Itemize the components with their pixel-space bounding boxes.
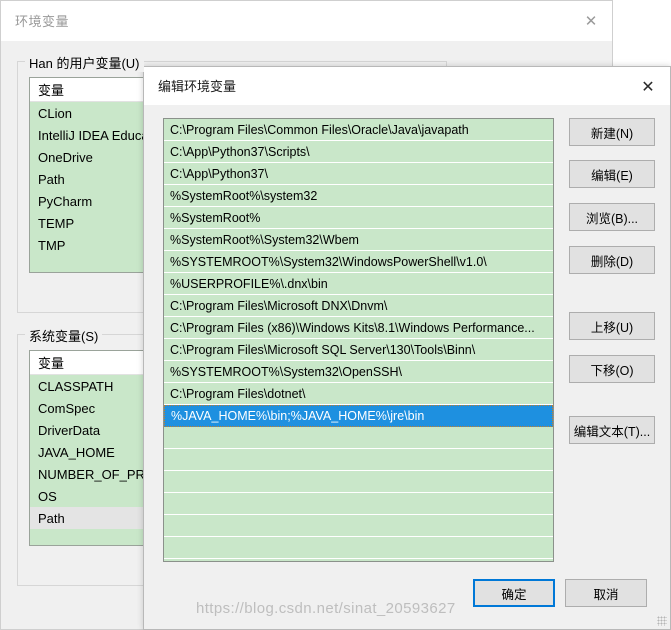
dialog-title: 编辑环境变量 [158,79,237,94]
path-entry-row[interactable]: C:\Program Files\dotnet\ [164,383,553,405]
resize-grip[interactable] [657,616,667,626]
ok-button[interactable]: 确定 [473,579,555,607]
path-entry-row[interactable] [164,427,553,449]
path-entry-row[interactable]: %SYSTEMROOT%\System32\WindowsPowerShell\… [164,251,553,273]
user-variable-name: CLion [38,105,72,121]
ok-button-label: 确定 [501,587,527,602]
move-up-button[interactable]: 上移(U) [569,312,655,340]
path-entries-list[interactable]: C:\Program Files\Common Files\Oracle\Jav… [163,118,554,562]
move-down-button[interactable]: 下移(O) [569,355,655,383]
path-entry-row[interactable] [164,493,553,515]
system-variable-name: OS [38,488,57,504]
system-variable-name: ComSpec [38,400,96,416]
path-entry-row[interactable]: %SystemRoot%\System32\Wbem [164,229,553,251]
path-entries-rows: C:\Program Files\Common Files\Oracle\Jav… [164,119,553,559]
path-entry-row[interactable]: %JAVA_HOME%\bin;%JAVA_HOME%\jre\bin [164,405,553,427]
browse-button-label: 浏览(B)... [585,211,639,226]
background-window-title: 环境变量 [15,14,70,29]
cancel-button[interactable]: 取消 [565,579,647,607]
path-entry-row[interactable]: C:\Program Files\Microsoft DNX\Dnvm\ [164,295,553,317]
path-entry-row[interactable]: C:\Program Files\Common Files\Oracle\Jav… [164,119,553,141]
system-variables-column-variable: 变量 [38,356,65,371]
edit-text-button-label: 编辑文本(T)... [573,424,651,439]
edit-environment-variable-dialog: 编辑环境变量 ✕ C:\Program Files\Common Files\O… [143,66,671,630]
path-entry-row[interactable]: C:\Program Files\Microsoft SQL Server\13… [164,339,553,361]
new-button[interactable]: 新建(N) [569,118,655,146]
user-variable-name: TEMP [38,215,75,231]
path-entry-row[interactable] [164,449,553,471]
background-window-titlebar: 环境变量 ✕ [1,1,612,41]
path-entry-row[interactable]: C:\App\Python37\ [164,163,553,185]
path-entry-row[interactable]: %SystemRoot%\system32 [164,185,553,207]
path-entry-row[interactable]: %SystemRoot% [164,207,553,229]
move-down-button-label: 下移(O) [590,363,634,378]
system-variable-name: CLASSPATH [38,378,114,394]
system-variable-name: Path [38,510,65,526]
dialog-titlebar: 编辑环境变量 ✕ [144,67,670,105]
browse-button[interactable]: 浏览(B)... [569,203,655,231]
system-variable-name: JAVA_HOME [38,444,115,460]
user-variable-name: Path [38,171,65,187]
close-icon[interactable]: ✕ [626,67,670,105]
edit-button-label: 编辑(E) [591,168,633,183]
edit-button[interactable]: 编辑(E) [569,160,655,188]
path-entry-row[interactable] [164,471,553,493]
delete-button-label: 删除(D) [590,254,634,269]
screen: 环境变量 ✕ Han 的用户变量(U) 变量 CLion IntelliJ IDE… [0,0,671,630]
path-entry-row[interactable]: C:\App\Python37\Scripts\ [164,141,553,163]
user-variable-name: IntelliJ IDEA Educat [38,127,153,143]
path-entry-row[interactable]: C:\Program Files (x86)\Windows Kits\8.1\… [164,317,553,339]
user-variable-name: TMP [38,237,66,253]
user-variables-legend: Han 的用户变量(U) [25,53,144,72]
system-variable-name: DriverData [38,422,101,438]
path-entry-row[interactable]: %SYSTEMROOT%\System32\OpenSSH\ [164,361,553,383]
path-entry-row[interactable] [164,537,553,559]
user-variable-name: OneDrive [38,149,93,165]
new-button-label: 新建(N) [590,126,634,141]
close-icon[interactable]: ✕ [570,1,612,41]
edit-text-button[interactable]: 编辑文本(T)... [569,416,655,444]
user-variables-column-variable: 变量 [38,83,65,98]
path-entry-row[interactable] [164,515,553,537]
path-entry-row[interactable]: %USERPROFILE%\.dnx\bin [164,273,553,295]
system-variables-legend: 系统变量(S) [25,326,103,345]
cancel-button-label: 取消 [593,587,619,602]
user-variable-name: PyCharm [38,193,93,209]
move-up-button-label: 上移(U) [590,320,634,335]
delete-button[interactable]: 删除(D) [569,246,655,274]
